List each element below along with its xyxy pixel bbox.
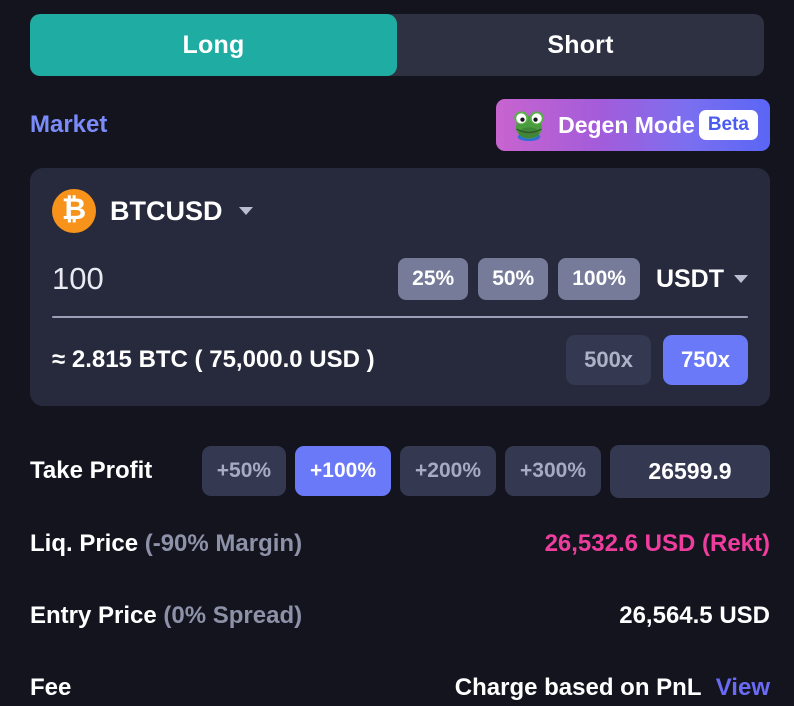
direction-tabs: Long Short (30, 14, 764, 76)
tab-short-label: Short (547, 30, 614, 59)
conversion-text: ≈ 2.815 BTC ( 75,000.0 USD ) (52, 346, 375, 373)
degen-mode-button[interactable]: Degen Mode Beta (496, 99, 770, 151)
entry-price-label-text: Entry Price (30, 602, 157, 629)
take-profit-label: Take Profit (30, 457, 153, 484)
entry-price-value: 26,564.5 USD (619, 602, 770, 629)
percent-button-100[interactable]: 100% (558, 258, 640, 300)
trade-panel: Long Short Market Degen Mode Beta ₿ BTCU… (0, 0, 794, 706)
fee-view-link[interactable]: View (716, 674, 770, 701)
take-profit-button-50[interactable]: +50% (201, 446, 287, 496)
amount-row: 100 25% 50% 100% USDT (52, 256, 748, 302)
liq-price-sub: (-90% Margin) (144, 530, 303, 557)
percent-button-25[interactable]: 25% (398, 258, 469, 300)
tab-long[interactable]: Long (30, 14, 397, 76)
liq-price-label-text: Liq. Price (30, 530, 139, 557)
liq-price-label: Liq. Price (-90% Margin) (30, 530, 302, 558)
market-header-row: Market Degen Mode Beta (30, 98, 770, 152)
amount-controls: 25% 50% 100% USDT (398, 258, 748, 300)
take-profit-row: Take Profit +50% +100% +200% +300% 26599… (30, 442, 770, 500)
symbol-name: BTCUSD (110, 195, 223, 226)
take-profit-controls: +50% +100% +200% +300% 26599.9 (201, 444, 770, 498)
market-label: Market (30, 111, 108, 138)
order-card: ₿ BTCUSD 100 25% 50% 100% USDT ≈ 2.815 B… (30, 168, 770, 406)
chevron-down-icon (734, 275, 748, 283)
fee-value-group: Charge based on PnL View (455, 674, 770, 702)
conversion-row: ≈ 2.815 BTC ( 75,000.0 USD ) 500x 750x (52, 335, 748, 385)
take-profit-value-input[interactable]: 26599.9 (610, 444, 770, 498)
liq-price-value: 26,532.6 USD (Rekt) (544, 530, 770, 557)
entry-price-label: Entry Price (0% Spread) (30, 602, 302, 630)
currency-selector[interactable]: USDT (656, 265, 748, 294)
beta-badge: Beta (698, 110, 758, 140)
liq-price-row: Liq. Price (-90% Margin) 26,532.6 USD (R… (30, 516, 770, 572)
degen-mode-label: Degen Mode (558, 111, 695, 138)
symbol-selector[interactable]: ₿ BTCUSD (52, 188, 748, 234)
percent-button-50[interactable]: 50% (478, 258, 549, 300)
input-divider (52, 316, 748, 318)
entry-price-row: Entry Price (0% Spread) 26,564.5 USD (30, 588, 770, 644)
leverage-button-750x[interactable]: 750x (663, 335, 748, 385)
tab-long-label: Long (182, 30, 245, 59)
take-profit-button-100[interactable]: +100% (295, 446, 392, 496)
take-profit-button-200[interactable]: +200% (400, 446, 497, 496)
leverage-group: 500x 750x (566, 335, 748, 385)
pepe-frog-icon (514, 111, 544, 142)
bitcoin-icon: ₿ (52, 189, 96, 233)
entry-price-sub: (0% Spread) (163, 602, 303, 629)
take-profit-button-300[interactable]: +300% (505, 446, 601, 496)
tab-short[interactable]: Short (397, 14, 764, 76)
fee-row: Fee Charge based on PnL View (30, 660, 770, 706)
chevron-down-icon (238, 207, 253, 215)
currency-label: USDT (655, 264, 724, 293)
leverage-button-500x[interactable]: 500x (566, 335, 652, 385)
fee-label: Fee (30, 674, 72, 701)
amount-input[interactable]: 100 (52, 261, 104, 297)
fee-value: Charge based on PnL (454, 674, 702, 701)
